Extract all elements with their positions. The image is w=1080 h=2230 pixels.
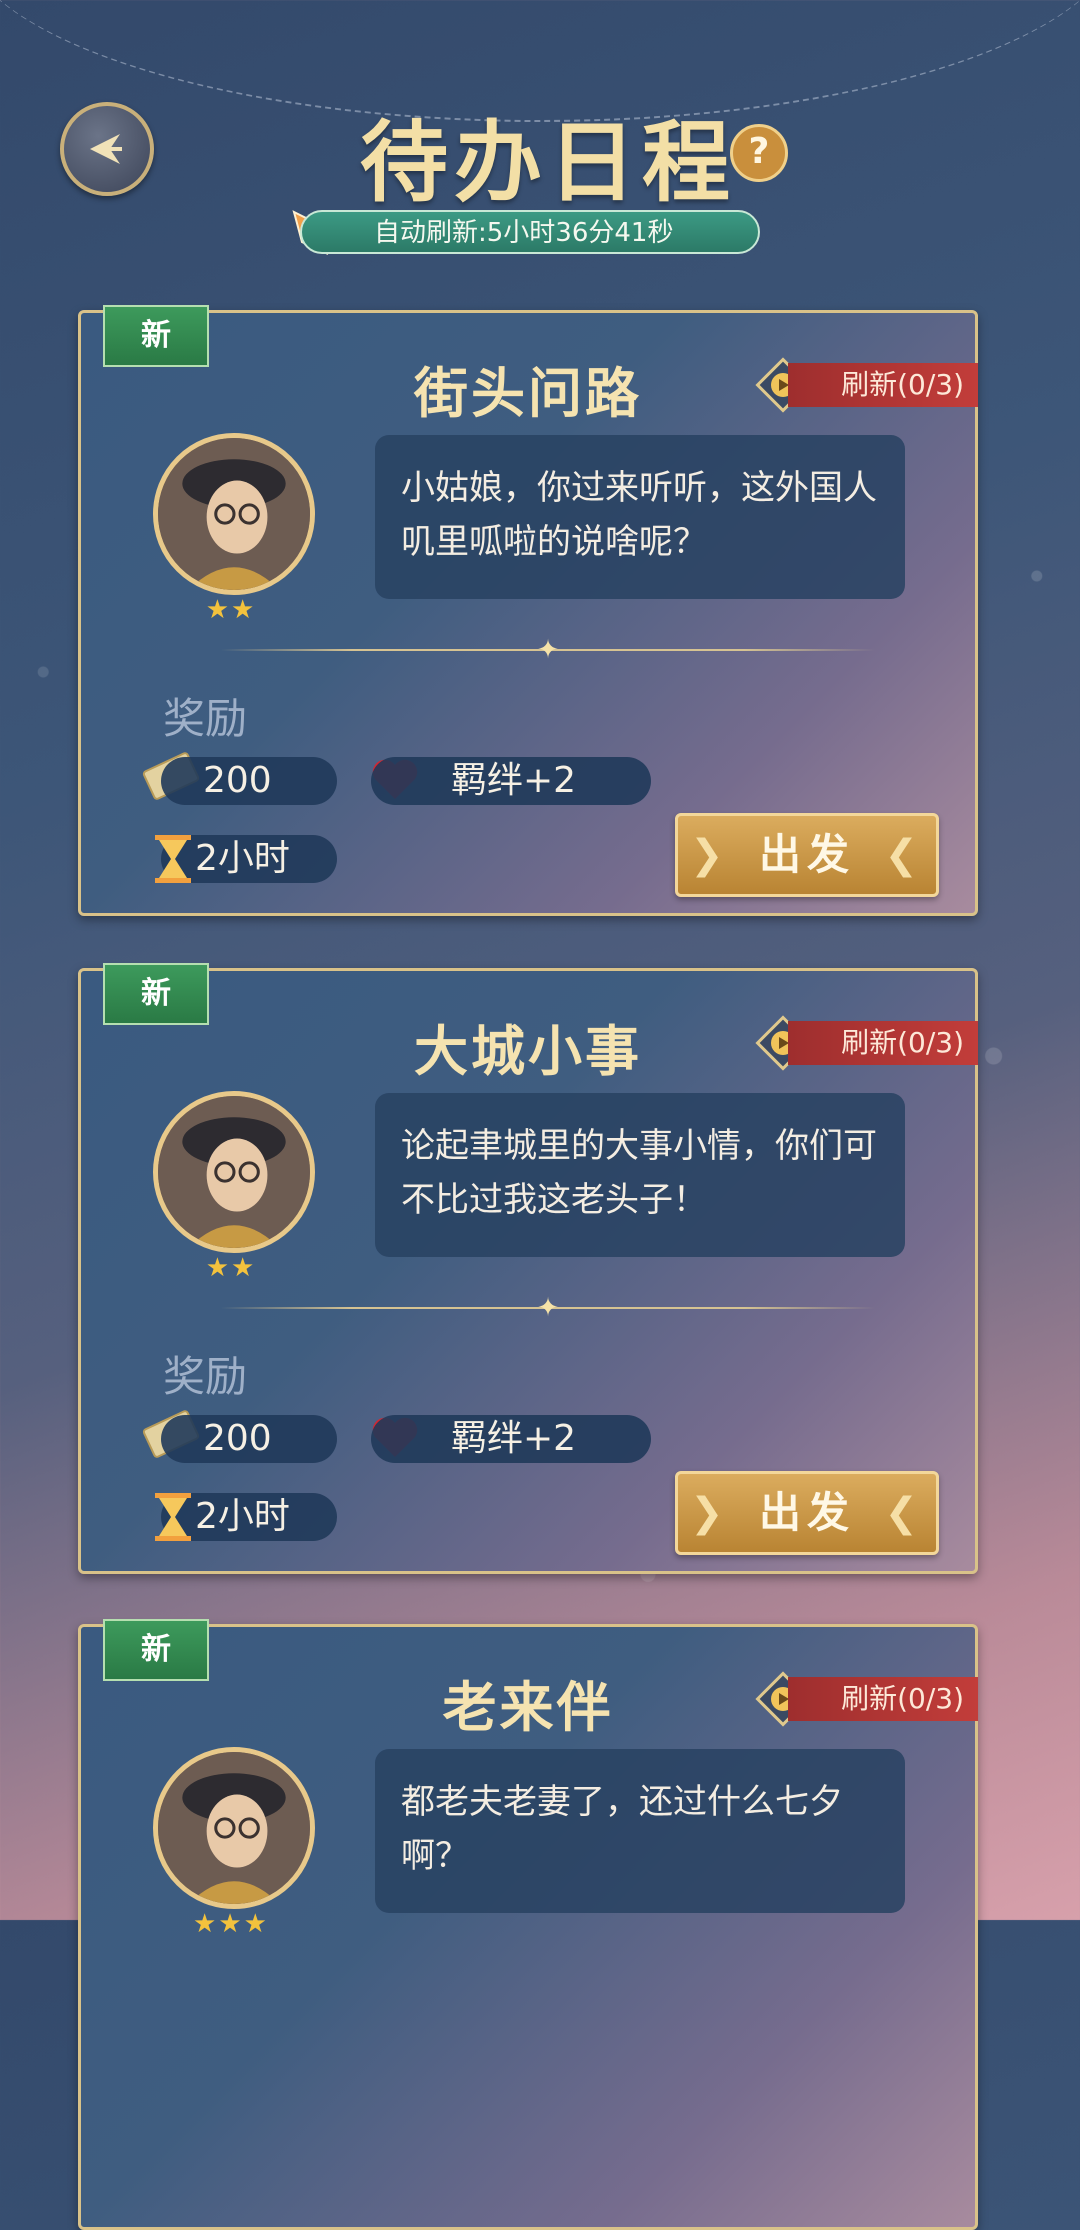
depart-button[interactable]: ❯ 出发 ❮ [675, 813, 939, 897]
bond-reward: 羁绊+2 [371, 1415, 651, 1463]
star-rating: ★★ [205, 595, 257, 625]
schedule-card: 新 街头问路 刷新(0/3) ★★ 小姑娘，你过来听听，这外国人叽里呱啦的说啥呢… [78, 305, 978, 916]
hourglass-icon [155, 1493, 191, 1541]
page-title: 待办日程 [360, 111, 737, 214]
money-reward: 200 [161, 1415, 337, 1463]
back-button[interactable] [60, 102, 154, 196]
auto-refresh-timer: 自动刷新:5小时36分41秒 [300, 210, 760, 254]
back-arrow-icon [90, 134, 122, 164]
refresh-button[interactable]: 刷新(0/3) [788, 1021, 978, 1065]
character-avatar [153, 433, 315, 595]
refresh-button[interactable]: 刷新(0/3) [788, 363, 978, 407]
depart-button[interactable]: ❯ 出发 ❮ [675, 1471, 939, 1555]
bond-reward: 羁绊+2 [371, 757, 651, 805]
schedule-card: 新 大城小事 刷新(0/3) ★★ 论起聿城里的大事小情，你们可不比过我这老头子… [78, 963, 978, 1574]
schedule-card: 新 老来伴 刷新(0/3) ★★★ 都老夫老妻了，还过什么七夕啊？ [78, 1619, 978, 2230]
hourglass-icon [155, 835, 191, 883]
reward-label: 奖励 [163, 694, 248, 743]
diamond-icon: ✦ [537, 635, 559, 665]
refresh-button[interactable]: 刷新(0/3) [788, 1677, 978, 1721]
dialogue-bubble: 论起聿城里的大事小情，你们可不比过我这老头子！ [375, 1093, 905, 1257]
character-avatar [153, 1747, 315, 1909]
reward-label: 奖励 [163, 1352, 248, 1401]
diamond-icon: ✦ [537, 1293, 559, 1323]
depart-label: 出发 [758, 830, 855, 879]
help-icon[interactable]: ? [730, 124, 788, 182]
dialogue-bubble: 小姑娘，你过来听听，这外国人叽里呱啦的说啥呢？ [375, 435, 905, 599]
chevron-right-icon: ❮ [884, 1490, 924, 1536]
divider: ✦ [221, 635, 875, 665]
star-rating: ★★★ [193, 1909, 269, 1939]
dialogue-bubble: 都老夫老妻了，还过什么七夕啊？ [375, 1749, 905, 1913]
star-rating: ★★ [205, 1253, 257, 1283]
money-reward: 200 [161, 757, 337, 805]
chevron-right-icon: ❮ [884, 832, 924, 878]
depart-label: 出发 [758, 1488, 855, 1537]
chevron-left-icon: ❯ [690, 832, 730, 878]
character-avatar [153, 1091, 315, 1253]
divider: ✦ [221, 1293, 875, 1323]
chevron-left-icon: ❯ [690, 1490, 730, 1536]
